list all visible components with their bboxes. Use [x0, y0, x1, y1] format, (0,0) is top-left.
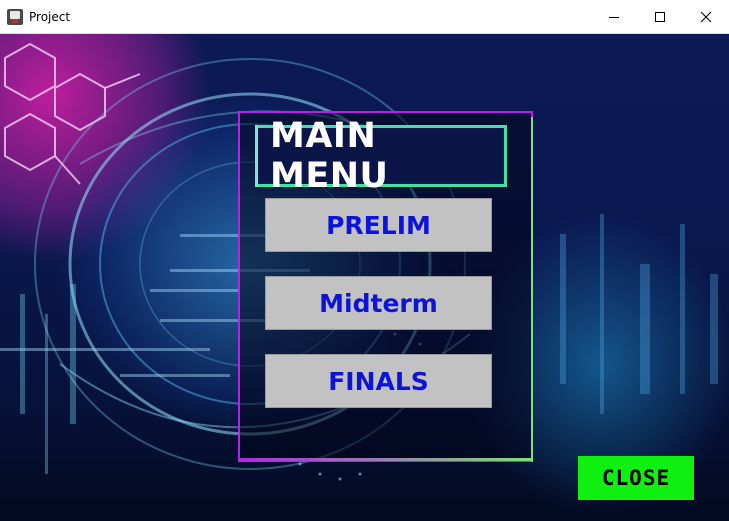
window-title: Project	[29, 9, 71, 24]
midterm-button[interactable]: Midterm	[265, 276, 492, 330]
minimize-button[interactable]	[591, 0, 637, 34]
main-menu-title-box: MAIN MENU	[255, 116, 507, 196]
main-menu-title: MAIN MENU	[270, 116, 389, 196]
window-close-button[interactable]	[683, 0, 729, 34]
close-button[interactable]: CLOSE	[578, 456, 694, 500]
maximize-icon	[655, 12, 665, 22]
maximize-button[interactable]	[637, 0, 683, 34]
minimize-icon	[609, 17, 619, 18]
java-app-icon	[7, 8, 23, 25]
molecule-hexagons	[4, 42, 141, 185]
panel-bottom-border	[238, 458, 533, 461]
window-titlebar[interactable]: Project	[0, 0, 729, 34]
close-icon	[700, 11, 712, 23]
finals-button[interactable]: FINALS	[265, 354, 492, 408]
light-bars	[560, 214, 718, 414]
prelim-button[interactable]: PRELIM	[265, 198, 492, 252]
left-light-bars	[20, 284, 76, 474]
window-controls	[591, 0, 729, 34]
